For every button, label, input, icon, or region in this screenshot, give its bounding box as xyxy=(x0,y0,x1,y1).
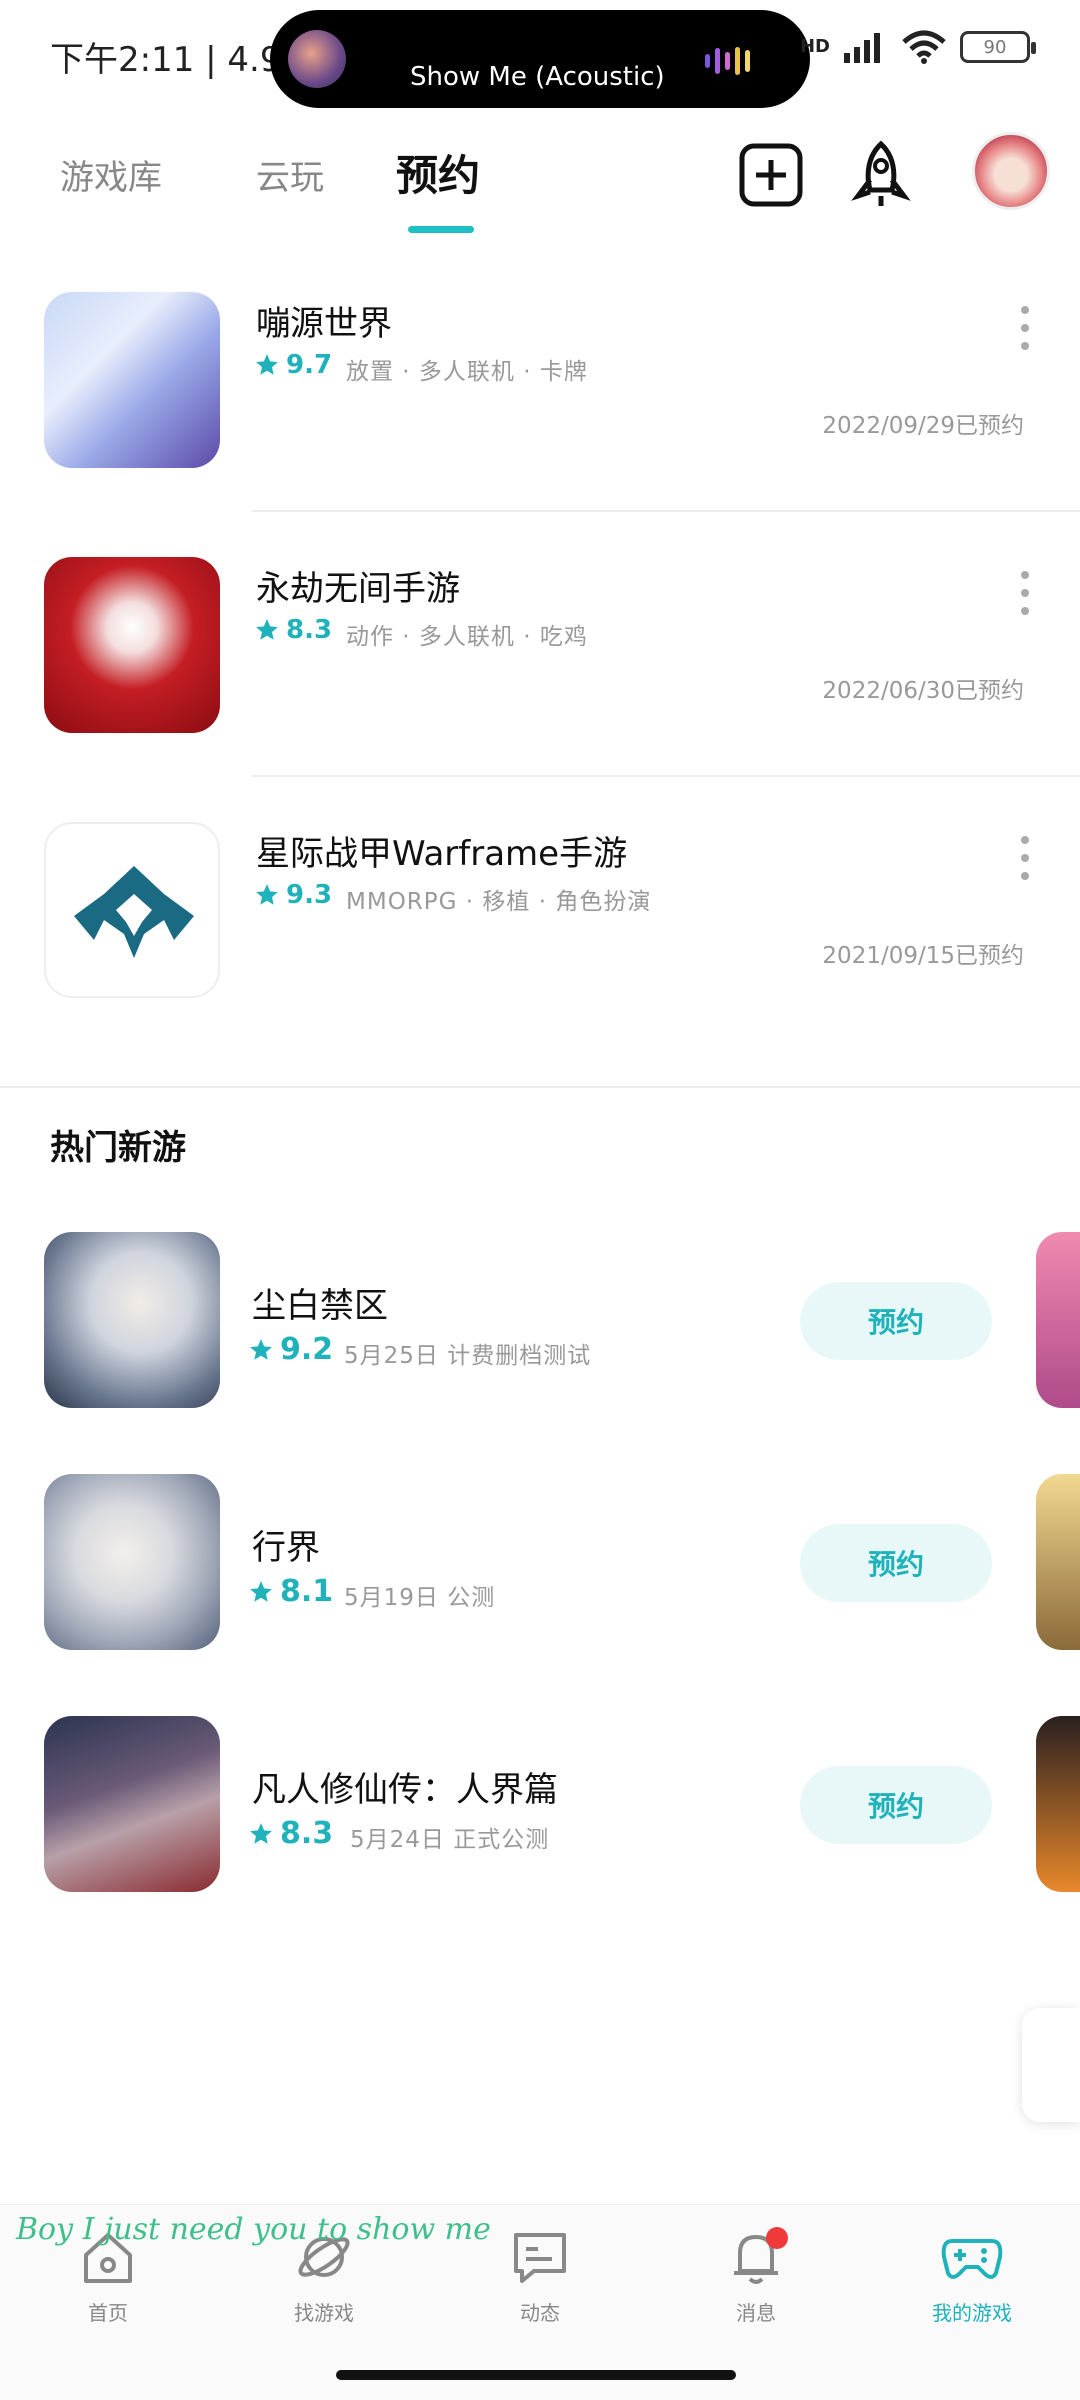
reserved-game-item[interactable]: 星际战甲Warframe手游 9.3 MMORPG · 移植 · 角色扮演 20… xyxy=(0,822,1080,1087)
game-icon xyxy=(44,1474,220,1650)
game-title: 永劫无间手游 xyxy=(256,569,460,609)
user-avatar[interactable] xyxy=(972,132,1050,210)
reserve-button[interactable]: 预约 xyxy=(800,1766,992,1844)
game-rating: 8.3 xyxy=(248,1816,333,1851)
network-type: HD xyxy=(799,36,830,57)
game-title: 凡人修仙传：人界篇 xyxy=(252,1770,558,1810)
game-title: 行界 xyxy=(252,1528,320,1568)
rating-value: 8.3 xyxy=(286,615,333,645)
nav-my-games[interactable]: 我的游戏 xyxy=(892,2227,1052,2326)
game-icon xyxy=(44,292,220,468)
hot-game-item[interactable]: 尘白禁区 9.2 5月25日 计费删档测试 预约 xyxy=(0,1232,1080,1412)
game-icon xyxy=(44,822,220,998)
reserved-game-item[interactable]: 永劫无间手游 8.3 动作 · 多人联机 · 吃鸡 2022/06/30已预约 xyxy=(0,557,1080,822)
battery-level: 90 xyxy=(983,36,1007,58)
add-icon[interactable] xyxy=(736,140,806,210)
top-tab-bar: 游戏库 云玩 预约 xyxy=(0,130,1080,240)
game-rating: 9.2 xyxy=(248,1332,333,1367)
reserved-date: 2021/09/15已预约 xyxy=(822,943,1024,969)
reserved-date: 2022/06/30已预约 xyxy=(822,678,1024,704)
tab-game-library[interactable]: 游戏库 xyxy=(60,150,162,199)
audio-wave-icon xyxy=(705,46,750,76)
floating-lyric: Boy I just need you to show me xyxy=(16,2212,491,2247)
game-tags: MMORPG · 移植 · 角色扮演 xyxy=(346,889,652,915)
nav-label: 找游戏 xyxy=(294,2301,354,2325)
notification-badge xyxy=(766,2227,788,2249)
status-icons: HD 90 xyxy=(799,30,1036,64)
star-icon xyxy=(256,619,278,640)
game-icon xyxy=(44,557,220,733)
next-page-preview[interactable] xyxy=(1036,1232,1080,1408)
hot-games-heading: 热门新游 xyxy=(50,1128,186,1168)
signal-icon xyxy=(844,33,880,63)
rating-value: 9.3 xyxy=(286,880,333,910)
gamepad-icon xyxy=(941,2239,1003,2279)
reserve-button[interactable]: 预约 xyxy=(800,1282,992,1360)
rating-value: 9.2 xyxy=(280,1332,334,1367)
tab-cloud-play[interactable]: 云玩 xyxy=(256,150,324,199)
game-tags: 动作 · 多人联机 · 吃鸡 xyxy=(346,624,588,650)
now-playing-island[interactable]: Show Me (Acoustic) xyxy=(270,10,810,108)
battery-icon: 90 xyxy=(960,31,1036,63)
active-tab-indicator xyxy=(408,226,474,233)
star-icon xyxy=(256,354,278,375)
section-divider xyxy=(0,1086,1080,1088)
reserved-game-item[interactable]: 嘣源世界 9.7 放置 · 多人联机 · 卡牌 2022/09/29已预约 xyxy=(0,292,1080,557)
rating-value: 9.7 xyxy=(286,350,333,380)
game-release-info: 5月24日 正式公测 xyxy=(350,1827,550,1853)
chat-icon xyxy=(514,2233,566,2283)
nav-label: 我的游戏 xyxy=(932,2301,1012,2325)
more-options-icon[interactable] xyxy=(1018,836,1032,880)
game-icon xyxy=(44,1716,220,1892)
more-options-icon[interactable] xyxy=(1018,306,1032,350)
game-rating: 9.3 xyxy=(254,880,332,910)
star-icon xyxy=(250,1822,272,1844)
game-release-info: 5月25日 计费删档测试 xyxy=(344,1343,592,1369)
star-icon xyxy=(250,1338,272,1360)
reserve-button[interactable]: 预约 xyxy=(800,1524,992,1602)
game-rating: 9.7 xyxy=(254,350,332,380)
next-page-preview[interactable] xyxy=(1036,1716,1080,1892)
game-release-info: 5月19日 公测 xyxy=(344,1585,496,1611)
warframe-logo-icon xyxy=(74,866,194,958)
nav-messages[interactable]: 消息 xyxy=(676,2227,836,2326)
next-page-preview[interactable] xyxy=(1036,1474,1080,1650)
wifi-icon xyxy=(902,30,946,64)
nav-label: 消息 xyxy=(736,2301,776,2325)
rating-value: 8.3 xyxy=(280,1816,334,1851)
home-indicator[interactable] xyxy=(336,2370,736,2380)
game-rating: 8.3 xyxy=(254,615,332,645)
game-title: 星际战甲Warframe手游 xyxy=(256,834,628,874)
tab-reservations[interactable]: 预约 xyxy=(396,142,480,203)
game-rating: 8.1 xyxy=(248,1574,333,1609)
nav-label: 首页 xyxy=(88,2301,128,2325)
nav-label: 动态 xyxy=(520,2301,560,2325)
floating-download-handle[interactable] xyxy=(1022,2008,1080,2122)
more-options-icon[interactable] xyxy=(1018,571,1032,615)
album-cover xyxy=(288,30,346,88)
game-icon xyxy=(44,1232,220,1408)
list-divider xyxy=(252,775,1080,777)
rocket-icon[interactable] xyxy=(846,140,916,210)
star-icon xyxy=(250,1580,272,1602)
status-bar: 下午2:11 | 4.9K/ Show Me (Acoustic) HD 90 xyxy=(0,0,1080,110)
game-tags: 放置 · 多人联机 · 卡牌 xyxy=(346,359,588,385)
game-title: 嘣源世界 xyxy=(256,304,392,344)
hot-game-item[interactable]: 凡人修仙传：人界篇 8.3 5月24日 正式公测 预约 xyxy=(0,1716,1080,1896)
star-icon xyxy=(256,884,278,905)
game-title: 尘白禁区 xyxy=(252,1286,388,1326)
reserved-date: 2022/09/29已预约 xyxy=(822,413,1024,439)
now-playing-title: Show Me (Acoustic) xyxy=(410,62,665,92)
hot-game-item[interactable]: 行界 8.1 5月19日 公测 预约 xyxy=(0,1474,1080,1654)
rating-value: 8.1 xyxy=(280,1574,334,1609)
list-divider xyxy=(252,510,1080,512)
